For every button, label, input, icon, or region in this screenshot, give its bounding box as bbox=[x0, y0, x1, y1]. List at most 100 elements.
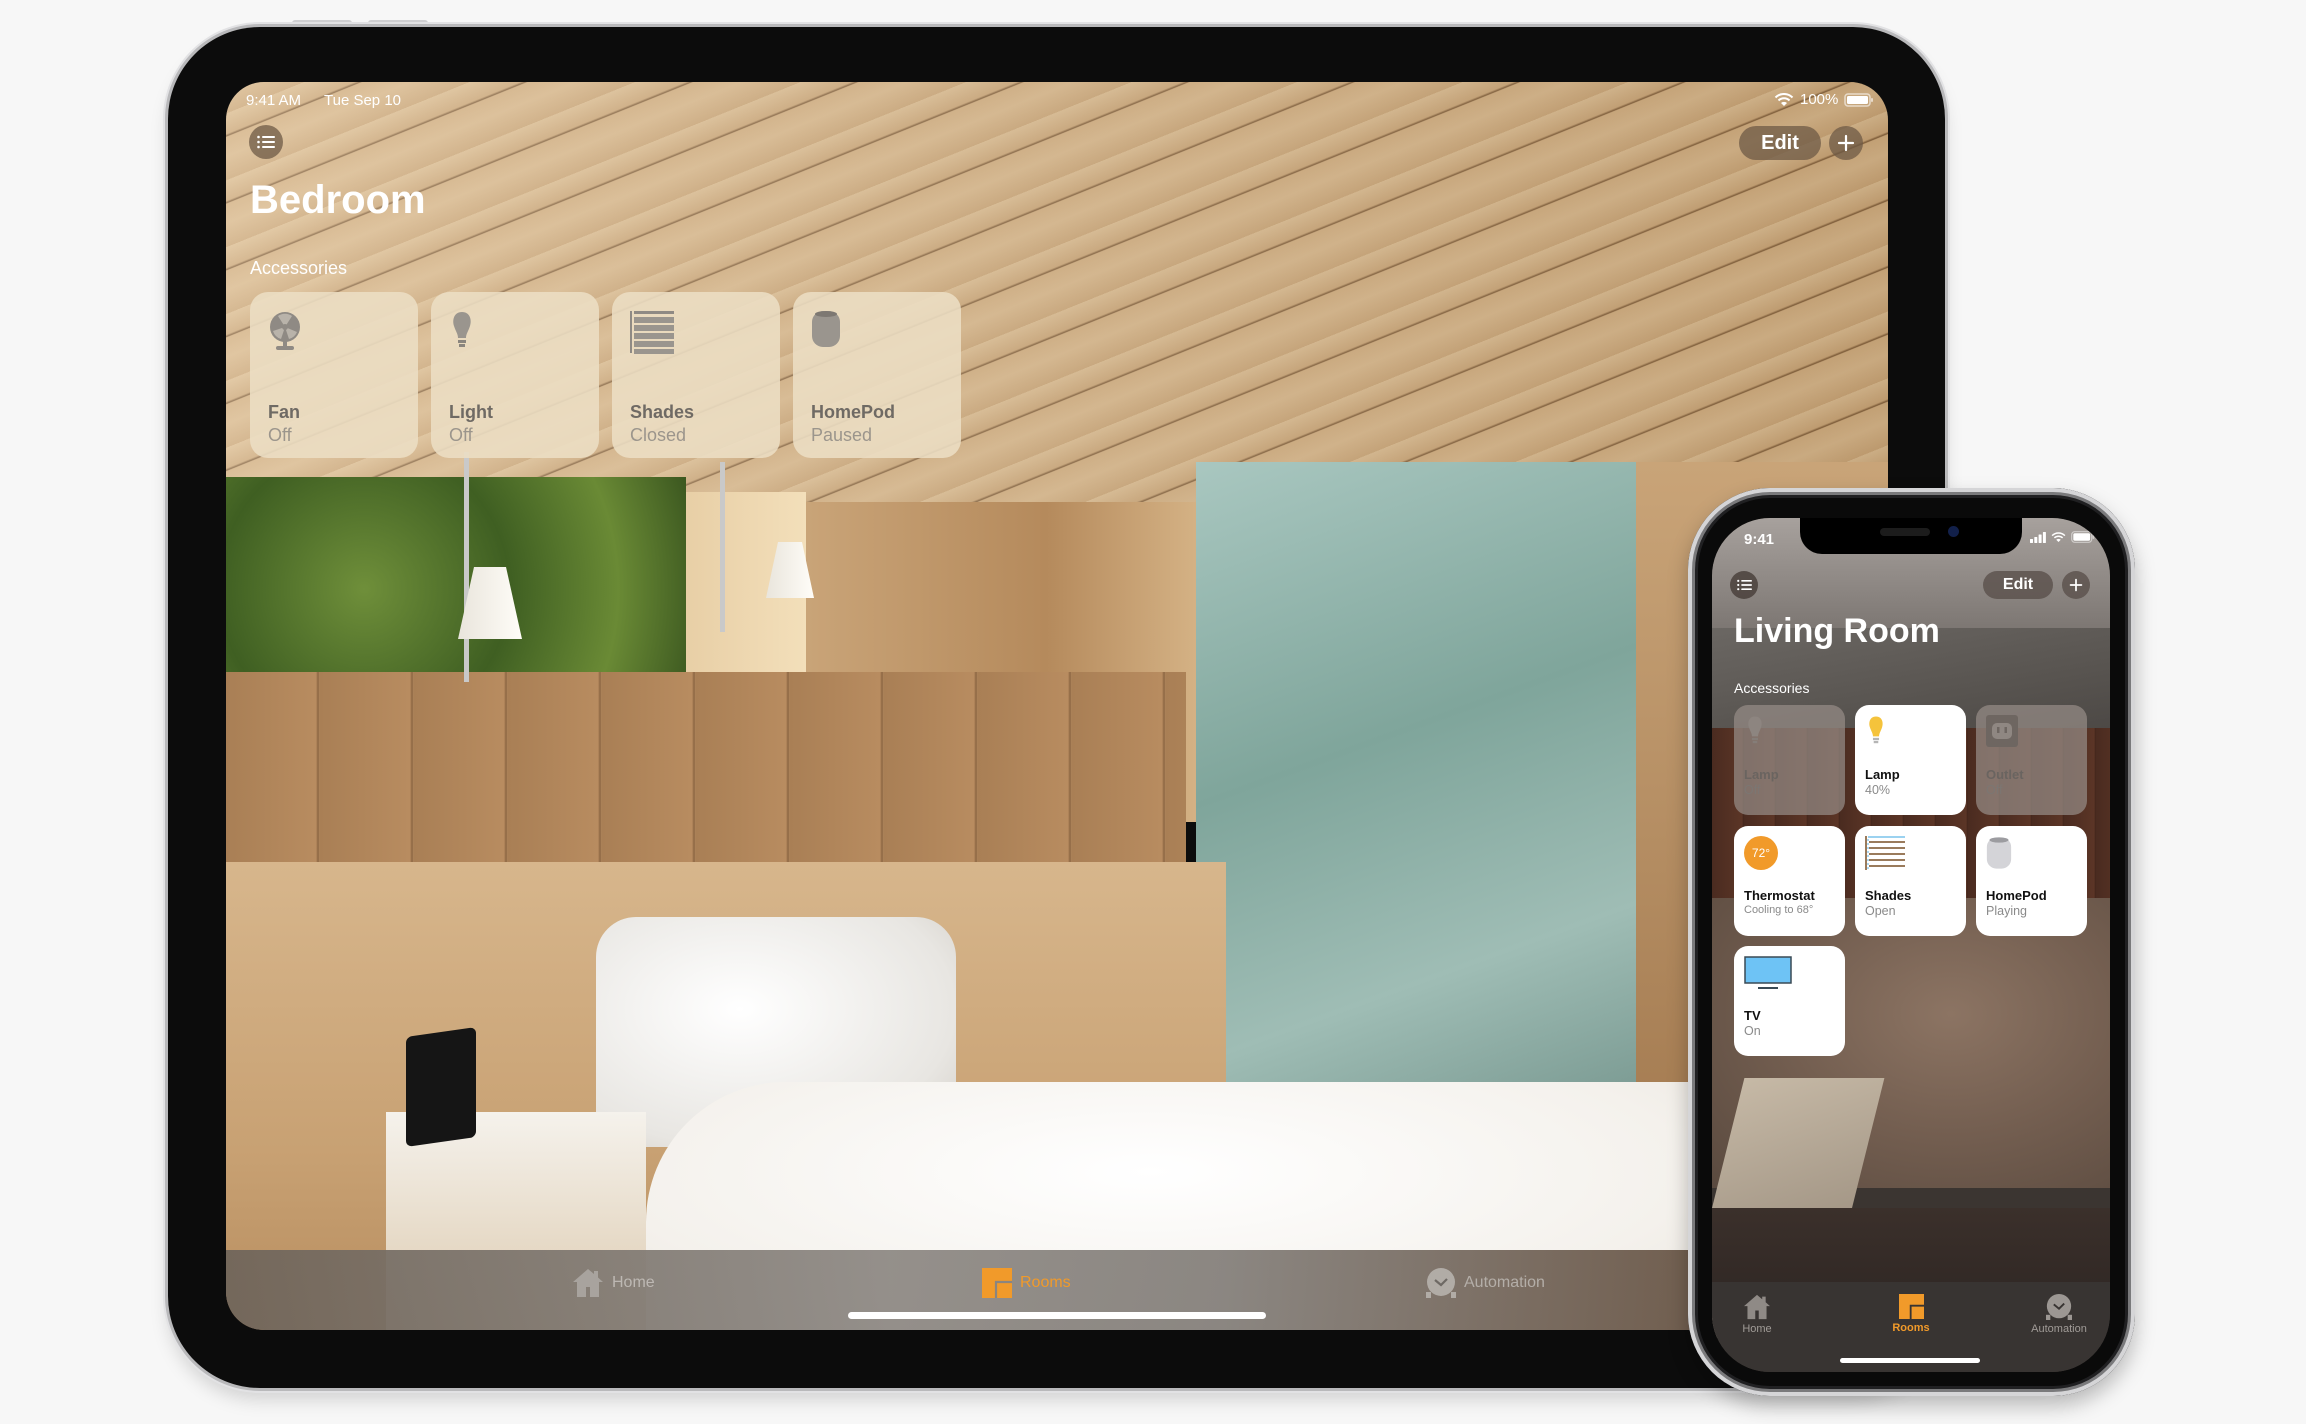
accessory-tile-thermostat[interactable]: 72° Thermostat Cooling to 68° bbox=[1734, 826, 1845, 936]
accessory-name: Light bbox=[449, 402, 493, 422]
tab-label: Rooms bbox=[1892, 1322, 1930, 1334]
accessory-tile-fan[interactable]: Fan Off bbox=[250, 292, 418, 458]
accessory-tile-homepod[interactable]: HomePod Paused bbox=[793, 292, 961, 458]
add-button[interactable] bbox=[1829, 126, 1863, 160]
accessory-status: Cooling to 68° bbox=[1744, 904, 1814, 916]
battery-icon bbox=[1844, 92, 1874, 107]
accessory-status: Closed bbox=[630, 425, 687, 445]
accessories-label: Accessories bbox=[250, 258, 348, 278]
menu-button[interactable] bbox=[249, 125, 283, 159]
tab-rooms[interactable]: Rooms bbox=[982, 1268, 1071, 1298]
lightbulb-icon bbox=[1869, 716, 1883, 744]
tablet-on-nightstand bbox=[406, 1027, 476, 1147]
accessory-tile-light[interactable]: Light Off bbox=[431, 292, 599, 458]
rooms-icon bbox=[1898, 1294, 1924, 1319]
status-time: 9:41 bbox=[1744, 531, 1775, 548]
battery-percent: 100% bbox=[1800, 91, 1839, 108]
accessory-name: Shades bbox=[630, 402, 695, 422]
wifi-icon bbox=[1774, 92, 1794, 106]
menu-button[interactable] bbox=[1730, 571, 1758, 599]
front-camera bbox=[1948, 526, 1959, 537]
tab-bar: Home Rooms Automation bbox=[226, 1250, 1888, 1330]
iphone-screen: 9:41 Edit Living Room Accessories Lamp O… bbox=[1712, 518, 2110, 1372]
glass-partition bbox=[1196, 462, 1636, 1162]
status-date: Tue Sep 10 bbox=[324, 92, 401, 109]
list-icon bbox=[1736, 579, 1752, 591]
accessory-status: Open bbox=[1865, 904, 1896, 918]
notch bbox=[1800, 518, 2022, 554]
lightbulb-icon bbox=[1748, 716, 1762, 744]
tab-label: Rooms bbox=[1020, 1274, 1071, 1291]
tab-home[interactable]: Home bbox=[572, 1268, 655, 1298]
battery-icon bbox=[2071, 531, 2095, 543]
tab-label: Home bbox=[612, 1274, 655, 1291]
list-icon bbox=[257, 135, 275, 149]
clock-check-icon bbox=[1426, 1268, 1456, 1298]
speaker-grille bbox=[1880, 528, 1930, 536]
ipad-volume-button bbox=[368, 20, 428, 26]
accessory-name: Lamp bbox=[1865, 767, 1900, 782]
accessory-tile-homepod[interactable]: HomePod Playing bbox=[1976, 826, 2087, 936]
tab-label: Home bbox=[1742, 1323, 1772, 1335]
tab-rooms[interactable]: Rooms bbox=[1866, 1294, 1956, 1334]
house-icon bbox=[573, 1269, 603, 1297]
accessory-status: Off bbox=[449, 425, 473, 445]
tab-automation[interactable]: Automation bbox=[1426, 1268, 1545, 1298]
wifi-icon bbox=[2051, 531, 2066, 542]
accessory-status: On bbox=[1744, 1024, 1761, 1038]
ipad-top-button bbox=[292, 20, 352, 26]
clock-check-icon bbox=[2046, 1294, 2072, 1320]
home-indicator[interactable] bbox=[848, 1312, 1266, 1319]
accessory-status: Off bbox=[268, 425, 292, 445]
tab-bar: Home Rooms Automation bbox=[1712, 1282, 2110, 1372]
accessory-name: Thermostat bbox=[1744, 888, 1815, 903]
homepod-icon bbox=[812, 311, 840, 347]
outlet-icon bbox=[1986, 715, 2018, 747]
lightbulb-icon bbox=[453, 312, 471, 347]
edit-button[interactable]: Edit bbox=[1983, 571, 2053, 599]
accessory-tile-lamp-on[interactable]: Lamp 40% bbox=[1855, 705, 1966, 815]
accessories-label: Accessories bbox=[1734, 680, 1810, 696]
accessory-name: HomePod bbox=[811, 402, 896, 422]
rooms-icon bbox=[982, 1268, 1012, 1298]
status-right: 100% bbox=[1774, 91, 1874, 108]
lamp-arm bbox=[720, 462, 725, 632]
status-right bbox=[2030, 531, 2095, 543]
accessory-tile-lamp-off[interactable]: Lamp Off bbox=[1734, 705, 1845, 815]
accessory-name: Outlet bbox=[1986, 767, 2024, 782]
shades-icon bbox=[1865, 836, 1905, 870]
accessory-name: Lamp bbox=[1744, 767, 1779, 782]
home-indicator[interactable] bbox=[1840, 1358, 1980, 1363]
homepod-icon bbox=[1986, 837, 2012, 869]
accessory-tile-shades[interactable]: Shades Open bbox=[1855, 826, 1966, 936]
accessory-tile-tv[interactable]: TV On bbox=[1734, 946, 1845, 1056]
accessory-name: HomePod bbox=[1986, 888, 2047, 903]
room-title: Bedroom bbox=[250, 178, 426, 222]
cellular-signal-icon bbox=[2030, 531, 2046, 543]
accessory-tile-shades[interactable]: Shades Closed bbox=[612, 292, 780, 458]
tab-label: Automation bbox=[2031, 1323, 2087, 1335]
accessory-status: Paused bbox=[811, 425, 873, 445]
edit-button[interactable]: Edit bbox=[1739, 126, 1821, 160]
thermostat-icon: 72° bbox=[1744, 836, 1778, 870]
accessory-name: Fan bbox=[268, 402, 301, 422]
accessory-status: Off bbox=[1744, 783, 1761, 797]
shades-icon bbox=[630, 311, 674, 354]
thermostat-current-temp: 72° bbox=[1751, 846, 1771, 860]
room-title: Living Room bbox=[1734, 612, 1940, 650]
plus-icon bbox=[1837, 134, 1855, 152]
accessory-name: Shades bbox=[1865, 888, 1912, 903]
fan-icon bbox=[270, 312, 300, 350]
accessory-status: Playing bbox=[1986, 904, 2027, 918]
tab-home[interactable]: Home bbox=[1712, 1294, 1802, 1335]
house-icon bbox=[1744, 1294, 1770, 1320]
ipad-screen: 9:41 AM Tue Sep 10 100% Edit Bedroom Acc… bbox=[226, 82, 1888, 1330]
status-time: 9:41 AM bbox=[246, 92, 302, 109]
accessory-status: Off bbox=[1986, 783, 2003, 797]
accessory-tile-outlet[interactable]: Outlet Off bbox=[1976, 705, 2087, 815]
accessory-name: TV bbox=[1744, 1008, 1761, 1023]
plus-icon bbox=[2069, 578, 2083, 592]
tab-automation[interactable]: Automation bbox=[2014, 1294, 2104, 1335]
add-button[interactable] bbox=[2062, 571, 2090, 599]
tv-icon bbox=[1744, 956, 1792, 989]
